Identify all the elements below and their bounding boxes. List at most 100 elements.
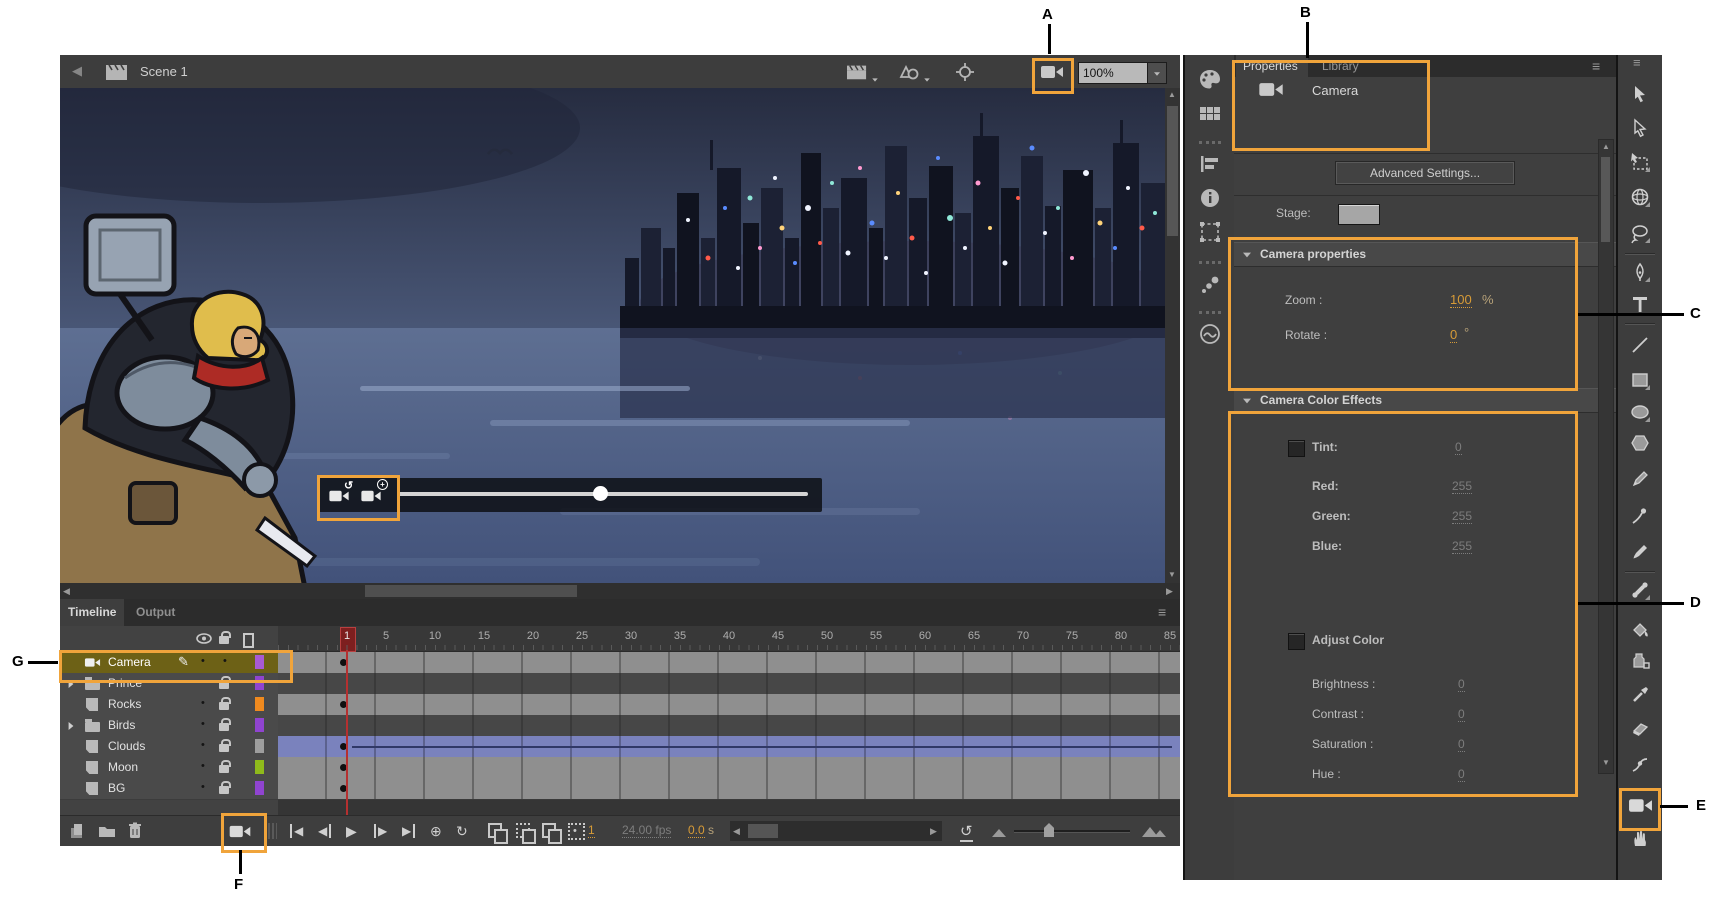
rectangle-tool[interactable]: [1629, 369, 1651, 391]
ink-bottle-tool[interactable]: [1629, 650, 1651, 672]
rotate-value[interactable]: 0: [1450, 327, 1457, 343]
outline-all-layers-icon[interactable]: [243, 633, 254, 648]
zoom-level-dropdown-button[interactable]: [1147, 62, 1167, 84]
creative-cloud-icon[interactable]: [1198, 323, 1222, 345]
new-folder-button[interactable]: [98, 824, 116, 838]
edit-pencil-icon[interactable]: ✎: [178, 654, 189, 670]
particles-icon[interactable]: [1198, 275, 1222, 297]
paint-bucket-tool[interactable]: [1629, 619, 1651, 641]
camera-zoom-icon[interactable]: [360, 489, 382, 503]
edit-symbols-icon[interactable]: [897, 61, 921, 83]
go-to-last-frame-button[interactable]: ▶: [402, 824, 415, 838]
brightness-value[interactable]: 0: [1458, 677, 1465, 692]
layer-color-swatch[interactable]: [255, 718, 264, 732]
layer-row-birds[interactable]: Birds •: [60, 715, 278, 737]
back-arrow-icon[interactable]: ◀: [72, 63, 82, 79]
info-icon[interactable]: [1198, 187, 1222, 209]
lock-icon[interactable]: [219, 702, 229, 710]
section-header-camera-properties[interactable]: Camera properties: [1234, 242, 1616, 267]
add-camera-button[interactable]: [228, 824, 252, 839]
tint-checkbox[interactable]: [1288, 440, 1305, 457]
stage-horizontal-scrollbar[interactable]: ◀ ▶: [60, 583, 1180, 599]
scroll-up-icon[interactable]: ▲: [1168, 90, 1176, 99]
scroll-down-icon[interactable]: ▼: [1602, 758, 1610, 767]
modify-markers-button[interactable]: •: [568, 823, 585, 840]
scroll-left-icon[interactable]: ◀: [733, 826, 740, 837]
paint-brush-tool[interactable]: [1629, 505, 1651, 527]
layer-color-swatch[interactable]: [255, 676, 264, 690]
transform-panel-icon[interactable]: [1198, 221, 1222, 243]
subselection-tool[interactable]: [1629, 117, 1651, 139]
eraser-tool[interactable]: [1629, 717, 1651, 739]
camera-zoom-slider-thumb[interactable]: [593, 486, 608, 501]
layer-row-camera[interactable]: Camera ✎ • •: [60, 652, 278, 674]
visibility-dot[interactable]: •: [201, 655, 205, 667]
center-stage-icon[interactable]: [954, 62, 976, 82]
align-icon[interactable]: [1198, 153, 1222, 175]
timeline-zoom-slider-thumb[interactable]: [1044, 823, 1054, 837]
lock-all-layers-icon[interactable]: [219, 636, 229, 644]
text-tool[interactable]: [1629, 293, 1651, 315]
visibility-dot[interactable]: •: [201, 676, 205, 688]
folder-expand-icon[interactable]: [69, 722, 74, 730]
layer-color-swatch[interactable]: [255, 760, 264, 774]
playhead-line[interactable]: [346, 650, 348, 815]
hue-value[interactable]: 0: [1458, 767, 1465, 782]
scrollbar-thumb[interactable]: [1601, 157, 1610, 242]
layer-row-moon[interactable]: Moon •: [60, 757, 278, 779]
tint-value[interactable]: 0: [1455, 440, 1462, 455]
frame-rate-value[interactable]: 24.00 fps: [622, 823, 671, 838]
saturation-value[interactable]: 0: [1458, 737, 1465, 752]
layer-color-swatch[interactable]: [255, 655, 264, 669]
red-value[interactable]: 255: [1452, 479, 1472, 494]
frames-rocks[interactable]: [278, 694, 1180, 716]
visibility-dot[interactable]: •: [201, 718, 205, 730]
layer-color-swatch[interactable]: [255, 697, 264, 711]
step-back-button[interactable]: ◀: [318, 824, 331, 838]
current-frame-value[interactable]: 1: [588, 823, 595, 838]
tab-timeline[interactable]: Timeline: [60, 599, 124, 626]
onion-skin-outline-button[interactable]: [516, 823, 530, 838]
scene-name[interactable]: Scene 1: [140, 64, 188, 79]
frames-birds[interactable]: [278, 715, 1180, 737]
tab-properties[interactable]: Properties: [1236, 55, 1308, 77]
pen-tool[interactable]: [1629, 261, 1651, 283]
polygon-tool[interactable]: [1629, 432, 1651, 454]
frame-ruler[interactable]: 1 5 10 15 20 25 30 35 40 45 50 55 60 65 …: [278, 626, 1180, 652]
layer-row-clouds[interactable]: Clouds •: [60, 736, 278, 758]
timeline-scrollbar[interactable]: ◀ ▶: [730, 821, 942, 841]
edit-scene-dropdown-icon[interactable]: [872, 78, 878, 81]
timeline-panel-menu-icon[interactable]: ≡: [1158, 604, 1166, 620]
lock-icon[interactable]: [219, 723, 229, 731]
lock-dot[interactable]: •: [223, 655, 227, 667]
scroll-left-icon[interactable]: ◀: [63, 586, 70, 597]
play-button[interactable]: ▶: [346, 823, 357, 840]
zoom-value[interactable]: 100: [1450, 292, 1472, 308]
frames-clouds-tween[interactable]: [278, 736, 1180, 758]
camera-tool[interactable]: [1628, 797, 1653, 814]
scrollbar-thumb[interactable]: [1167, 106, 1178, 236]
stage-vertical-scrollbar[interactable]: ▲ ▼: [1165, 88, 1180, 583]
elapsed-time-value[interactable]: 0.0: [688, 823, 705, 838]
frames-camera[interactable]: [278, 652, 1180, 674]
line-tool[interactable]: [1629, 334, 1651, 356]
layer-row-rocks[interactable]: Rocks •: [60, 694, 278, 716]
scrollbar-thumb[interactable]: [365, 585, 577, 597]
timeline-zoom-slider-track[interactable]: [1014, 830, 1130, 833]
onion-skin-button[interactable]: [488, 823, 502, 838]
frames-bg[interactable]: [278, 778, 1180, 800]
delete-layer-button[interactable]: [128, 822, 142, 839]
pencil-tool[interactable]: [1629, 468, 1651, 490]
camera-toolbar-icon[interactable]: [1040, 64, 1064, 80]
visibility-dot[interactable]: •: [201, 781, 205, 793]
tools-panel-menu-icon[interactable]: ≡: [1633, 55, 1641, 70]
visibility-dot[interactable]: •: [201, 760, 205, 772]
layer-color-swatch[interactable]: [255, 781, 264, 795]
blue-value[interactable]: 255: [1452, 539, 1472, 554]
loop-playback-button[interactable]: ↻: [456, 823, 468, 840]
step-forward-button[interactable]: ▶: [374, 824, 387, 838]
show-hide-all-layers-icon[interactable]: [196, 633, 212, 644]
swatches-icon[interactable]: [1198, 103, 1222, 125]
scroll-up-icon[interactable]: ▲: [1602, 142, 1610, 151]
oval-tool[interactable]: [1629, 401, 1651, 423]
